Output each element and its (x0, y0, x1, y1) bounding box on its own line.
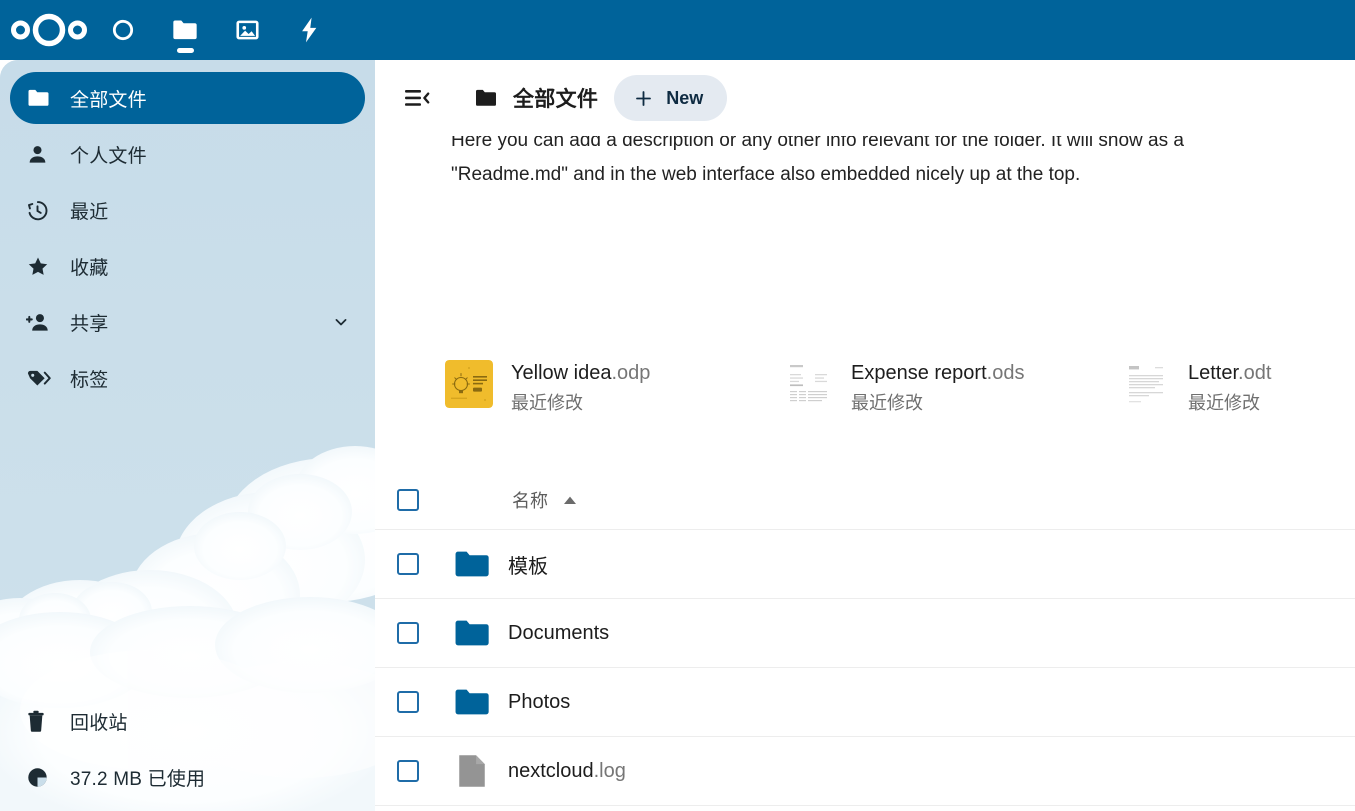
row-checkbox[interactable] (397, 553, 419, 575)
storage-usage-label: 37.2 MB 已使用 (70, 764, 205, 791)
sidebar-item-label: 共享 (70, 309, 108, 336)
nav-item-files[interactable] (154, 5, 216, 55)
file-list-table: 名称 模板 (375, 470, 1355, 811)
sidebar-item-shared[interactable]: 共享 (10, 296, 365, 348)
table-row[interactable]: Photos (375, 668, 1355, 737)
template-card-letter[interactable]: Letter.odt 最近修改 (1122, 360, 1271, 415)
yellow-idea-presentation-thumbnail (445, 360, 493, 408)
activity-lightning-icon (296, 16, 322, 44)
template-card-meta: Expense report.ods 最近修改 (851, 360, 1024, 415)
template-cards: Yellow idea.odp 最近修改 (375, 360, 1355, 415)
chevron-down-icon[interactable] (331, 312, 351, 332)
sidebar-item-tags[interactable]: 标签 (10, 352, 365, 404)
folder-icon (171, 17, 199, 43)
sidebar-item-label: 回收站 (70, 708, 128, 735)
nextcloud-logo[interactable] (6, 8, 92, 52)
account-icon (26, 142, 56, 166)
nav-item-photos[interactable] (216, 5, 278, 55)
template-card-subtitle: 最近修改 (1188, 391, 1271, 415)
account-plus-icon (26, 310, 56, 334)
tag-icon (26, 366, 56, 390)
new-button[interactable]: New (614, 75, 727, 121)
collapse-sidebar-button[interactable] (395, 76, 439, 120)
sidebar-item-label: 收藏 (70, 253, 108, 280)
nextcloud-files-app: 全部文件 个人文件 (0, 0, 1355, 811)
row-checkbox[interactable] (397, 691, 419, 713)
sidebar-item-favorites[interactable]: 收藏 (10, 240, 365, 292)
file-name: nextcloud.log (508, 760, 626, 783)
trash-icon (26, 709, 56, 733)
dashboard-circle-icon (110, 17, 136, 43)
column-header-name[interactable]: 名称 (512, 487, 578, 513)
sidebar-item-label: 个人文件 (70, 141, 147, 168)
active-indicator-dot (177, 48, 194, 53)
row-checkbox[interactable] (397, 760, 419, 782)
plus-icon (633, 88, 654, 109)
template-card-subtitle: 最近修改 (511, 391, 650, 415)
file-name: Photos (508, 691, 570, 714)
file-name: 模板 (508, 550, 548, 579)
nav-item-dashboard[interactable] (92, 5, 154, 55)
sidebar-item-personal-files[interactable]: 个人文件 (10, 128, 365, 180)
letter-document-thumbnail (1122, 360, 1170, 408)
template-card-expense-report[interactable]: Expense report.ods 最近修改 (785, 360, 1122, 415)
pie-chart-icon (26, 765, 56, 789)
breadcrumb-label: 全部文件 (513, 83, 598, 113)
folder-description-readme: Here you can add a description or any ot… (375, 136, 1355, 204)
file-generic-icon (452, 751, 492, 791)
template-card-yellow-idea[interactable]: Yellow idea.odp 最近修改 (445, 360, 785, 415)
folder-icon (452, 544, 492, 584)
table-row[interactable]: 模板 (375, 530, 1355, 599)
left-sidebar: 全部文件 个人文件 (0, 60, 375, 811)
folder-icon (452, 682, 492, 722)
template-card-name: Yellow idea.odp (511, 362, 650, 384)
photos-image-icon (234, 17, 261, 43)
template-card-subtitle: 最近修改 (851, 391, 1024, 415)
table-row[interactable]: nextcloud.log (375, 737, 1355, 806)
sidebar-item-all-files[interactable]: 全部文件 (10, 72, 365, 124)
star-icon (26, 254, 56, 278)
triangle-up-icon (562, 494, 578, 506)
top-nav-icons (92, 5, 340, 55)
breadcrumb[interactable]: 全部文件 (473, 83, 598, 113)
select-all-checkbox[interactable] (397, 489, 419, 511)
sidebar-item-trash[interactable]: 回收站 (10, 695, 365, 747)
sidebar-item-recent[interactable]: 最近 (10, 184, 365, 236)
template-card-name: Letter.odt (1188, 362, 1271, 384)
column-header-name-label: 名称 (512, 487, 548, 513)
file-list-header-row: 名称 (375, 470, 1355, 530)
folder-icon (473, 87, 499, 109)
sidebar-item-label: 最近 (70, 197, 108, 224)
sidebar-item-storage-usage[interactable]: 37.2 MB 已使用 (10, 751, 365, 803)
folder-icon (452, 613, 492, 653)
sidebar-footer: 回收站 37.2 MB 已使用 (10, 695, 365, 811)
collapse-sidebar-icon (404, 87, 430, 109)
sidebar-item-label: 全部文件 (70, 85, 147, 112)
folder-icon (26, 86, 56, 110)
table-row[interactable]: Nextcloud.png (375, 806, 1355, 811)
new-button-label: New (666, 88, 703, 109)
history-clock-icon (26, 198, 56, 222)
sidebar-item-label: 标签 (70, 365, 108, 392)
template-card-meta: Letter.odt 最近修改 (1188, 360, 1271, 415)
table-row[interactable]: Documents (375, 599, 1355, 668)
template-card-name: Expense report.ods (851, 362, 1024, 384)
main-content: Here you can add a description or any ot… (375, 60, 1355, 811)
template-card-meta: Yellow idea.odp 最近修改 (511, 360, 650, 415)
file-name: Documents (508, 622, 609, 645)
nav-item-activity[interactable] (278, 5, 340, 55)
row-checkbox[interactable] (397, 622, 419, 644)
files-header-bar: 全部文件 New (375, 60, 1355, 136)
top-navigation-bar (0, 0, 1355, 60)
sidebar-nav-list: 全部文件 个人文件 (10, 72, 365, 404)
sidebar-content: 全部文件 个人文件 (0, 60, 375, 811)
expense-report-spreadsheet-thumbnail (785, 360, 833, 408)
readme-line-2: "Readme.md" and in the web interface als… (451, 158, 1295, 192)
